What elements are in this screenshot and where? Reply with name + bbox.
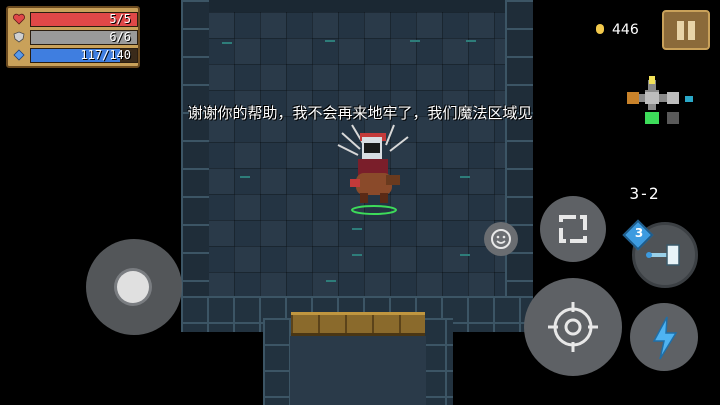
coin-icon	[596, 24, 604, 34]
player-stats-panel: 5/5 6/6 117/140	[6, 6, 140, 68]
health-bar: 5/5	[30, 12, 138, 27]
armor-row: 6/6	[12, 30, 138, 45]
diamond-icon	[12, 49, 26, 62]
crosshair-icon	[548, 302, 598, 352]
shield-icon	[12, 31, 26, 44]
player-character	[337, 124, 409, 215]
armor-bar: 6/6	[30, 30, 138, 45]
minimap-start-room	[645, 112, 659, 124]
smile-icon	[491, 229, 511, 249]
game-screen: 谢谢你的帮助，我不会再来地牢了，我们魔法区域见 5/5 6/6 117/140	[0, 0, 720, 405]
floor-glyph	[325, 40, 335, 42]
lightning-icon	[652, 316, 678, 360]
floor-glyph	[326, 280, 336, 282]
energy-row: 117/140	[12, 48, 138, 63]
floor-glyph	[466, 40, 476, 42]
pause-button[interactable]	[662, 10, 710, 50]
swap-weapon-button[interactable]	[540, 196, 606, 262]
skill-button[interactable]	[630, 303, 698, 371]
weapon-energy-cost: 3	[634, 226, 644, 240]
minimap-room	[667, 92, 679, 104]
level-indicator: 3-2	[629, 184, 659, 203]
attack-button[interactable]	[524, 278, 622, 376]
coin-count: 446	[612, 22, 639, 38]
wooden-door	[291, 312, 425, 336]
floor-glyph	[222, 42, 232, 44]
npc-dialog-text: 谢谢你的帮助，我不会再来地牢了，我们魔法区域见	[187, 104, 533, 122]
energy-bar: 117/140	[30, 48, 138, 63]
minimap-room	[667, 112, 679, 124]
swap-weapon-icon	[559, 215, 587, 243]
floor-glyph	[410, 40, 420, 42]
pause-icon	[688, 21, 695, 40]
energy-value: 117/140	[80, 48, 131, 62]
armor-value: 6/6	[109, 30, 131, 44]
minimap-exit-room	[649, 76, 655, 84]
minimap-portal-room	[685, 96, 693, 102]
corridor-floor	[290, 336, 426, 405]
floor-glyph	[460, 254, 470, 256]
heart-icon	[12, 13, 26, 26]
emote-button[interactable]	[484, 222, 518, 256]
minimap-current-room	[645, 92, 659, 104]
floor-glyph	[352, 228, 362, 230]
health-value: 5/5	[109, 12, 131, 26]
floor-glyph	[460, 176, 470, 178]
minimap[interactable]	[615, 72, 710, 147]
floor-glyph	[240, 176, 250, 178]
minimap-treasure-room	[627, 92, 639, 104]
joystick-knob[interactable]	[117, 271, 149, 303]
left-wall	[181, 0, 209, 332]
floor-glyph	[352, 254, 362, 256]
health-row: 5/5	[12, 12, 138, 27]
pause-icon	[677, 21, 684, 40]
